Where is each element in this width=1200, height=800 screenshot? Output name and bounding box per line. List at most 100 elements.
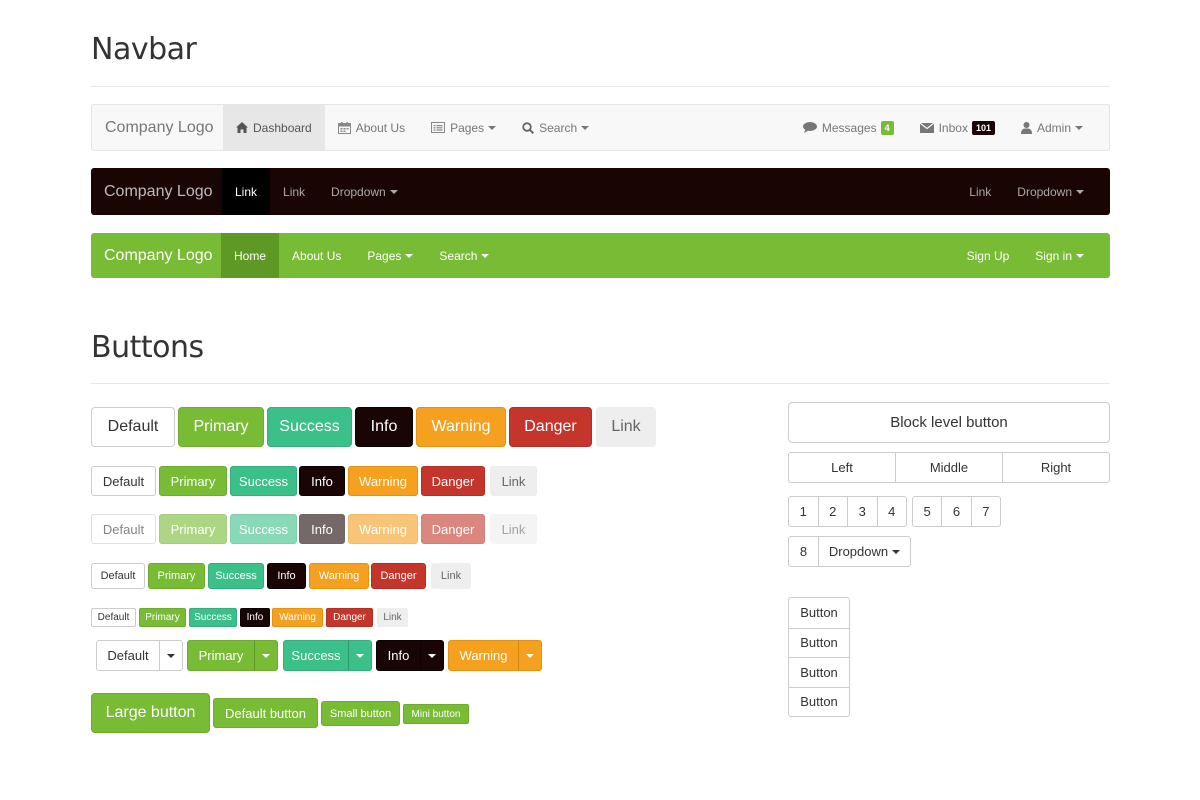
primary-button[interactable]: Primary <box>159 466 227 496</box>
nav-item-about-us[interactable]: About Us <box>325 105 418 150</box>
navbar-brand[interactable]: Company Logo <box>104 168 213 215</box>
default-button-xs[interactable]: Default <box>91 608 136 627</box>
page-6-button[interactable]: 6 <box>941 497 970 526</box>
caret-down-icon <box>389 189 398 194</box>
danger-button-xs[interactable]: Danger <box>326 608 373 627</box>
nav-item-home[interactable]: Home <box>221 233 280 278</box>
vertical-button-2[interactable]: Button <box>789 627 849 658</box>
vertical-button-4[interactable]: Button <box>789 686 849 717</box>
default-button-disabled: Default <box>91 514 156 544</box>
warning-split-toggle[interactable] <box>518 640 542 671</box>
default-button-sm[interactable]: Default <box>91 563 145 589</box>
warning-button-xs[interactable]: Warning <box>272 608 323 627</box>
caret-down-icon <box>1076 253 1084 258</box>
justified-middle-button[interactable]: Middle <box>895 453 1002 482</box>
nav-item-search[interactable]: Search <box>426 233 502 278</box>
calendar-icon <box>337 121 351 134</box>
nav-item-sign-in[interactable]: Sign in <box>1022 233 1097 278</box>
page-1-button[interactable]: 1 <box>789 497 818 526</box>
success-button-lg[interactable]: Success <box>267 407 352 447</box>
danger-button-lg[interactable]: Danger <box>509 407 592 447</box>
default-button-lg[interactable]: Default <box>91 407 175 447</box>
info-split-toggle[interactable] <box>420 640 444 671</box>
primary-button-lg[interactable]: Primary <box>178 407 264 447</box>
toolbar-dropdown-button[interactable]: Dropdown <box>818 537 910 566</box>
success-button-xs[interactable]: Success <box>189 608 237 627</box>
nav-item-link[interactable]: Link <box>956 168 1004 215</box>
link-button[interactable]: Link <box>490 466 537 496</box>
danger-button[interactable]: Danger <box>421 466 485 496</box>
info-button-sm[interactable]: Info <box>267 563 306 589</box>
nav-item-dropdown[interactable]: Dropdown <box>318 168 411 215</box>
page-8-button[interactable]: 8 <box>789 537 818 566</box>
nav-item-inbox[interactable]: Inbox 101 <box>907 105 1008 150</box>
nav-item-admin[interactable]: Admin <box>1008 105 1096 150</box>
link-button-sm[interactable]: Link <box>431 563 471 589</box>
caret-down-icon <box>262 653 270 658</box>
nav-item-pages[interactable]: Pages <box>354 233 426 278</box>
success-split-main[interactable]: Success <box>283 640 349 671</box>
nav-item-pages[interactable]: Pages <box>418 105 509 150</box>
search-icon <box>522 121 535 134</box>
primary-split-main[interactable]: Primary <box>187 640 255 671</box>
nav-item-search[interactable]: Search <box>509 105 602 150</box>
default-split-toggle[interactable] <box>159 640 183 671</box>
info-button[interactable]: Info <box>299 466 345 496</box>
danger-button-sm[interactable]: Danger <box>371 563 426 589</box>
caret-down-icon <box>428 653 436 658</box>
primary-button-xs[interactable]: Primary <box>139 608 186 627</box>
nav-item-label: Sign in <box>1035 248 1072 263</box>
primary-split-toggle[interactable] <box>254 640 278 671</box>
navbar-left-nav: Dashboard About Us Pages Search <box>223 105 602 150</box>
nav-item-link[interactable]: Link <box>222 168 271 215</box>
page-7-button[interactable]: 7 <box>970 497 1000 526</box>
page-4-button[interactable]: 4 <box>876 497 907 526</box>
nav-item-label: Dropdown <box>1017 184 1072 199</box>
default-size-button[interactable]: Default button <box>213 698 318 728</box>
link-button-xs[interactable]: Link <box>377 608 408 627</box>
small-button[interactable]: Small button <box>321 701 400 726</box>
page-5-button[interactable]: 5 <box>913 497 941 526</box>
default-split-main[interactable]: Default <box>96 640 160 671</box>
warning-button-lg[interactable]: Warning <box>416 407 506 447</box>
link-button-lg[interactable]: Link <box>596 407 656 447</box>
nav-item-dropdown[interactable]: Dropdown <box>1004 168 1097 215</box>
nav-item-sign-up[interactable]: Sign Up <box>954 233 1023 278</box>
page-3-button[interactable]: 3 <box>847 497 877 526</box>
caret-down-icon <box>405 253 414 258</box>
success-split-toggle[interactable] <box>348 640 372 671</box>
navbar-right-nav: Link Dropdown <box>956 168 1097 215</box>
block-level-button[interactable]: Block level button <box>788 402 1110 443</box>
info-split-main[interactable]: Info <box>376 640 421 671</box>
large-button[interactable]: Large button <box>91 693 210 733</box>
caret-down-icon <box>526 653 534 658</box>
info-button-lg[interactable]: Info <box>355 407 413 447</box>
navbar-brand[interactable]: Company Logo <box>105 105 214 150</box>
nav-item-label: Messages <box>821 120 877 135</box>
nav-item-dashboard[interactable]: Dashboard <box>223 105 325 150</box>
navbar-brand[interactable]: Company Logo <box>104 233 213 278</box>
toolbar-dropdown-label: Dropdown <box>828 544 889 559</box>
page-2-button[interactable]: 2 <box>817 497 848 526</box>
caret-down-icon <box>481 253 490 258</box>
caret-down-icon <box>1076 189 1084 194</box>
default-button[interactable]: Default <box>91 466 156 496</box>
nav-item-messages[interactable]: Messages 4 <box>790 105 907 150</box>
warning-button[interactable]: Warning <box>348 466 418 496</box>
vertical-button-3[interactable]: Button <box>789 657 849 687</box>
nav-item-about-us[interactable]: About Us <box>279 233 354 278</box>
justified-right-button[interactable]: Right <box>1002 453 1109 482</box>
primary-button-sm[interactable]: Primary <box>148 563 205 589</box>
justified-left-button[interactable]: Left <box>789 453 895 482</box>
mini-button[interactable]: Mini button <box>403 704 469 724</box>
warning-split-main[interactable]: Warning <box>448 640 519 671</box>
info-button-xs[interactable]: Info <box>240 608 270 627</box>
success-button-sm[interactable]: Success <box>208 563 264 589</box>
vertical-button-1[interactable]: Button <box>789 598 849 628</box>
nav-item-link[interactable]: Link <box>270 168 318 215</box>
success-button[interactable]: Success <box>230 466 297 496</box>
messages-count-badge: 4 <box>880 120 894 135</box>
nav-item-label: About Us <box>355 120 406 135</box>
warning-button-sm[interactable]: Warning <box>309 563 369 589</box>
comment-icon <box>802 122 817 133</box>
